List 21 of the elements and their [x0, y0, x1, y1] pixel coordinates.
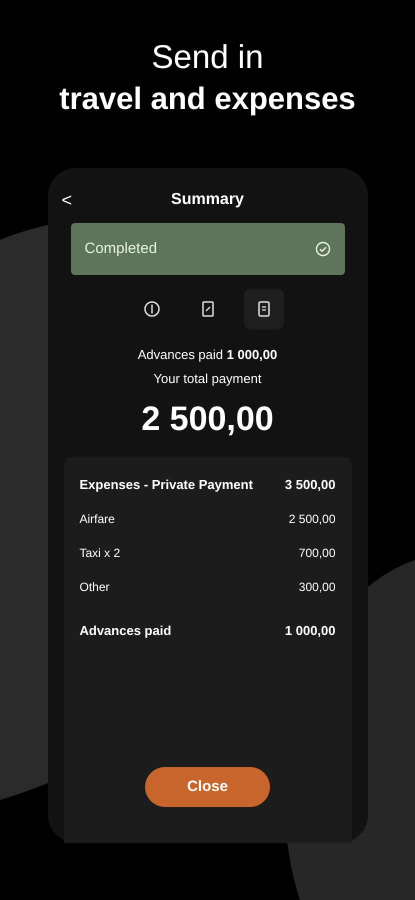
- total-label: Your total payment: [154, 370, 262, 388]
- row-amount: 1 000,00: [284, 622, 336, 640]
- status-label: Completed: [84, 238, 158, 259]
- row-label: Airfare: [80, 511, 115, 528]
- back-button[interactable]: <: [62, 186, 72, 214]
- screen-title: Summary: [171, 190, 244, 210]
- headline: Send in: [152, 37, 264, 77]
- row-label: Expenses - Private Payment: [80, 476, 253, 494]
- row-label: Advances paid: [80, 622, 172, 640]
- total-amount: 2 500,00: [141, 399, 274, 440]
- row-amount: 300,00: [298, 579, 336, 596]
- row-amount: 2 500,00: [288, 511, 336, 528]
- row-label: Other: [80, 579, 110, 596]
- row-amount: 700,00: [298, 545, 336, 562]
- row-label: Taxi x 2: [80, 545, 120, 562]
- row-amount: 3 500,00: [284, 476, 336, 494]
- step-tab[interactable]: [244, 289, 284, 329]
- advances-text: Advances paid 1 000,00: [138, 346, 278, 364]
- close-button[interactable]: Close: [145, 767, 270, 807]
- info-icon: [142, 299, 162, 319]
- headline: travel and expenses: [59, 80, 356, 118]
